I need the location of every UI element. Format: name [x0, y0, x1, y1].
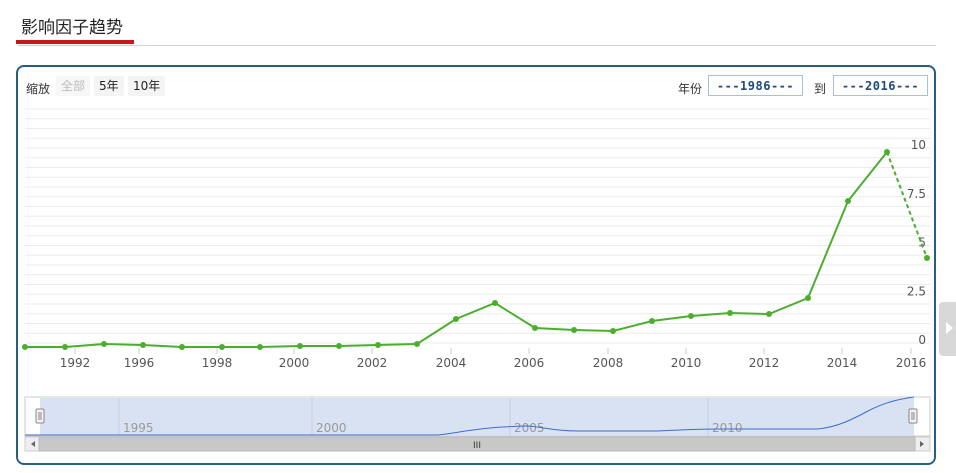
x-tick-label: 2014: [827, 356, 858, 370]
data-point[interactable]: [179, 344, 185, 350]
navigator-label: 2010: [712, 421, 743, 435]
data-point[interactable]: [688, 313, 694, 319]
data-point[interactable]: [571, 327, 577, 333]
scrollbar-grip: III: [473, 441, 481, 451]
navigator-label: 2000: [316, 421, 347, 435]
navigator-handle[interactable]: [35, 408, 45, 424]
x-tick-label: 1996: [124, 356, 155, 370]
x-tick-label: 2004: [436, 356, 467, 370]
y-tick-label: 2.5: [907, 284, 926, 298]
data-point[interactable]: [649, 318, 655, 324]
data-point[interactable]: [140, 342, 146, 348]
data-point[interactable]: [766, 311, 772, 317]
y-tick-label: 7.5: [907, 187, 926, 201]
title-underline: [16, 40, 134, 44]
x-tick-label: 1998: [202, 356, 233, 370]
side-collapse-tab[interactable]: [939, 302, 956, 356]
page-title: 影响因子趋势: [21, 18, 123, 38]
data-point[interactable]: [101, 341, 107, 347]
data-point[interactable]: [924, 255, 930, 261]
y-tick-label: 0: [918, 333, 926, 347]
data-point[interactable]: [62, 344, 68, 350]
data-point[interactable]: [219, 344, 225, 350]
x-tick-label: 2002: [357, 356, 388, 370]
data-point[interactable]: [336, 343, 342, 349]
section-header: 影响因子趋势: [16, 12, 936, 46]
x-tick-label: 2008: [593, 356, 624, 370]
data-point[interactable]: [414, 341, 420, 347]
grid-layer: [25, 108, 930, 344]
x-tick-label: 2000: [279, 356, 310, 370]
x-tick-label: 2010: [671, 356, 702, 370]
data-point[interactable]: [297, 343, 303, 349]
chart-svg: 02.557.510 1992 1996 1998 2000 2002 2004 2006 2…: [22, 108, 931, 452]
y-tick-label: 10: [911, 138, 926, 152]
data-point[interactable]: [492, 300, 498, 306]
data-point[interactable]: [375, 342, 381, 348]
x-tick-label: 2016: [896, 356, 927, 370]
data-point[interactable]: [22, 344, 28, 350]
series-layer: [22, 149, 930, 350]
data-point[interactable]: [257, 344, 263, 350]
data-point[interactable]: [727, 310, 733, 316]
x-axis-ticks: 1992 1996 1998 2000 2002 2004 2006 2008 2010 2012…: [60, 348, 927, 370]
navigator: 1995 2000 2005 2010 III: [24, 396, 931, 452]
data-point[interactable]: [805, 295, 811, 301]
navigator-label: 2005: [514, 421, 545, 435]
data-point[interactable]: [884, 149, 890, 155]
x-tick-label: 1992: [60, 356, 91, 370]
chevron-right-icon: [946, 322, 953, 334]
chart-panel: 缩放 全部 5年 10年 年份 ---1986--- 到 ---2016--- …: [16, 65, 936, 465]
navigator-label: 1995: [123, 421, 154, 435]
data-point[interactable]: [845, 198, 851, 204]
y-axis-ticks: 02.557.510: [907, 138, 926, 347]
x-tick-label: 2006: [514, 356, 545, 370]
data-point[interactable]: [453, 316, 459, 322]
navigator-window: [40, 398, 914, 436]
data-point[interactable]: [532, 325, 538, 331]
data-point[interactable]: [610, 328, 616, 334]
x-tick-label: 2012: [749, 356, 780, 370]
navigator-handle[interactable]: [908, 408, 918, 424]
